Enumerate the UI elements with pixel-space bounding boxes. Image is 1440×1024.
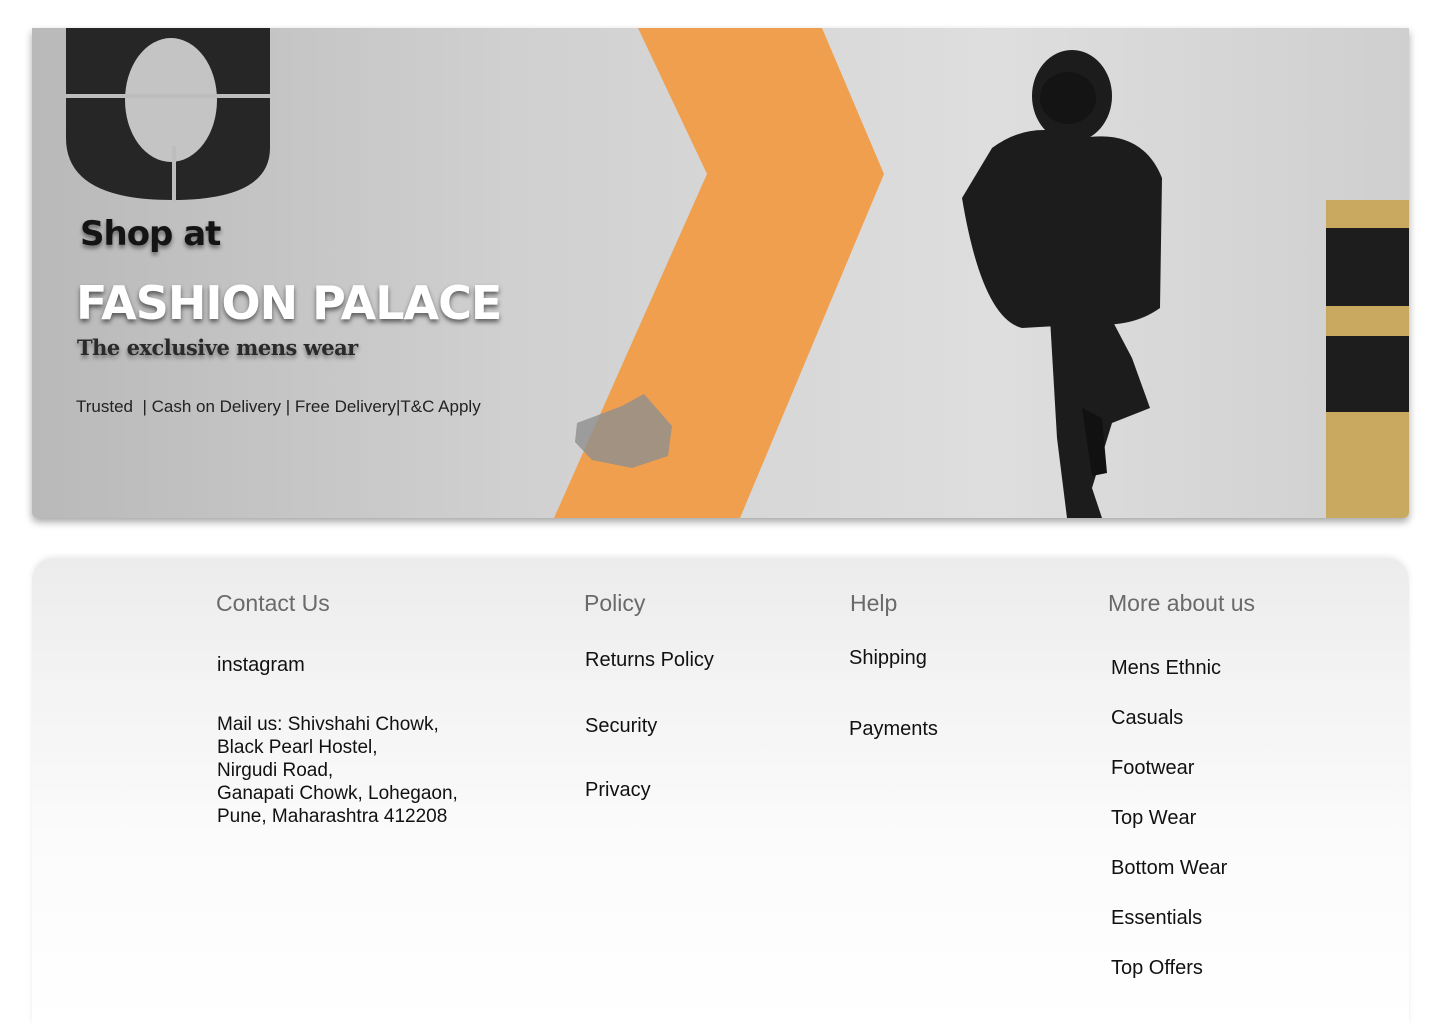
contact-us-heading: Contact Us (216, 590, 330, 616)
help-heading: Help (850, 590, 898, 616)
privacy-link[interactable]: Privacy (585, 779, 651, 802)
hero-banner: Shop at FASHION PALACE The exclusive men… (32, 28, 1409, 518)
hero-tagline: The exclusive mens wear (77, 335, 358, 360)
hero-background-image (32, 28, 1409, 518)
stencil-zero-graphic (66, 28, 270, 202)
top-offers-link[interactable]: Top Offers (1111, 957, 1203, 980)
address-line: Nirgudi Road, (217, 760, 334, 781)
address-line: Pune, Maharashtra 412208 (217, 806, 448, 827)
address-line: Black Pearl Hostel, (217, 737, 378, 758)
more-about-us-heading: More about us (1108, 590, 1256, 616)
instagram-link[interactable]: instagram (217, 654, 305, 677)
policy-heading: Policy (584, 590, 646, 616)
site-footer: Contact Us instagram Mail us: Shivshahi … (32, 558, 1409, 1024)
address-line: Mail us: Shivshahi Chowk, (217, 714, 439, 735)
shipping-link[interactable]: Shipping (849, 647, 927, 670)
top-wear-link[interactable]: Top Wear (1111, 807, 1196, 830)
hero-shop-at-text: Shop at (80, 214, 221, 254)
returns-policy-link[interactable]: Returns Policy (585, 649, 714, 672)
hero-features-strip: Trusted | Cash on Delivery | Free Delive… (76, 397, 481, 416)
address-line: Ganapati Chowk, Lohegaon, (217, 783, 458, 804)
contact-address: Mail us: Shivshahi Chowk, Black Pearl Ho… (217, 713, 458, 828)
casuals-link[interactable]: Casuals (1111, 707, 1183, 730)
hero-brand-title: FASHION PALACE (76, 276, 502, 330)
bottom-wear-link[interactable]: Bottom Wear (1111, 857, 1227, 880)
security-link[interactable]: Security (585, 715, 657, 738)
essentials-link[interactable]: Essentials (1111, 907, 1202, 930)
payments-link[interactable]: Payments (849, 718, 938, 741)
mens-ethnic-link[interactable]: Mens Ethnic (1111, 657, 1221, 680)
footwear-link[interactable]: Footwear (1111, 757, 1194, 780)
